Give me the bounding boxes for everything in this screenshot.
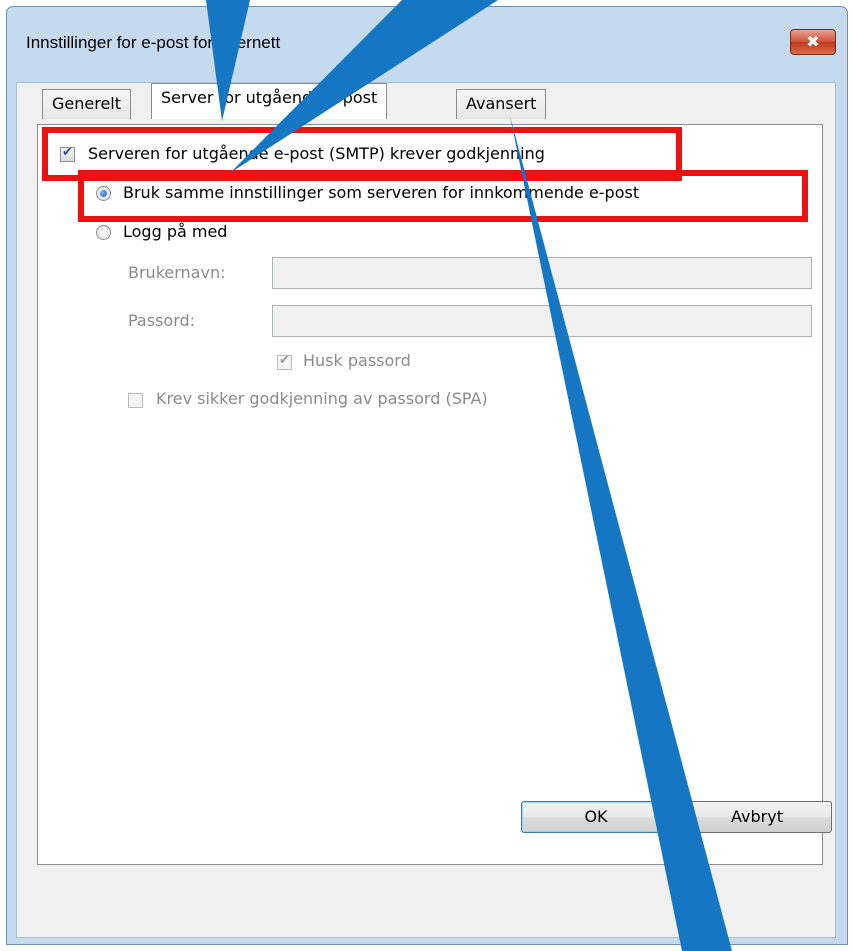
arrow-to-outgoing-tab — [206, 0, 250, 121]
annotation-arrows — [206, 0, 732, 951]
arrow-to-advanced-tab — [510, 116, 732, 951]
arrow-to-smtp-checkbox — [230, 0, 498, 173]
